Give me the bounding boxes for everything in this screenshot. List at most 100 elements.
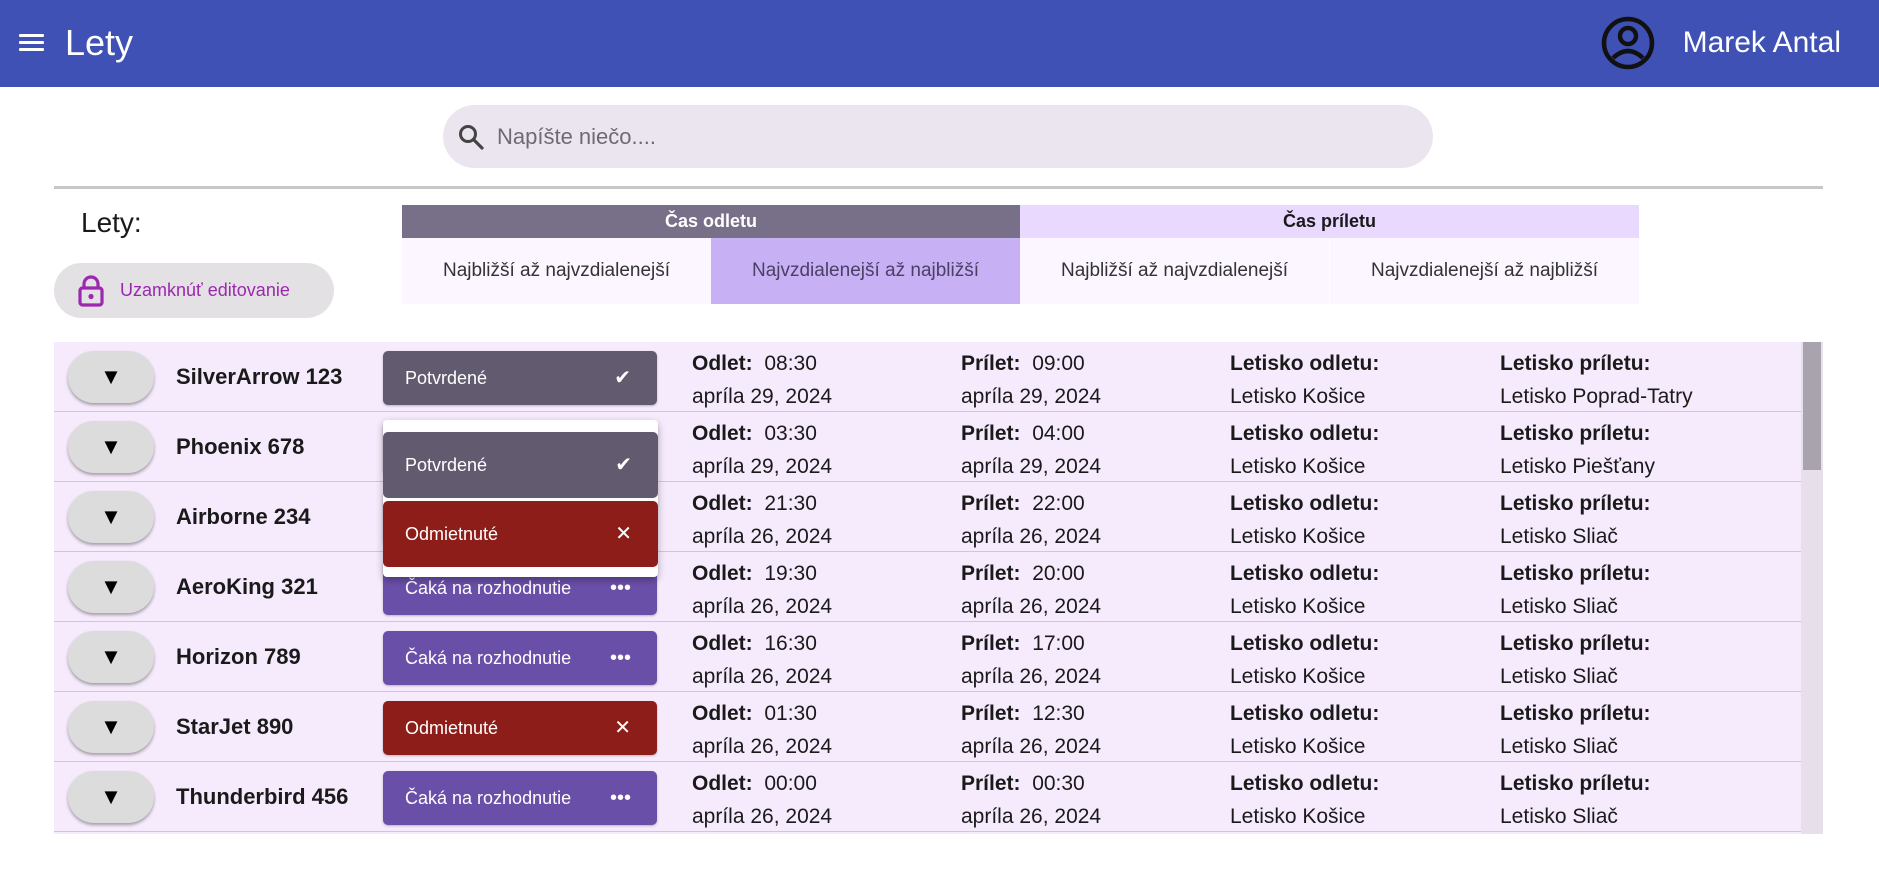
scrollbar[interactable] xyxy=(1801,342,1823,834)
status-dropdown-menu: Potvrdené ✔ Odmietnuté ✕ xyxy=(383,420,658,577)
account-circle-icon[interactable] xyxy=(1600,15,1656,71)
departure-airport-label: Letisko odletu: xyxy=(1230,562,1380,585)
expand-row-button[interactable]: ▼ xyxy=(68,351,154,403)
search-icon xyxy=(457,123,485,156)
arrival-time: 00:30 xyxy=(1032,772,1085,795)
triangle-down-icon: ▼ xyxy=(100,574,122,599)
departure-date: apríla 26, 2024 xyxy=(692,805,833,828)
arrival-date: apríla 26, 2024 xyxy=(961,525,1102,548)
departure-cell: Odlet: 19:30 apríla 26, 2024 xyxy=(692,557,832,623)
departure-airport-label: Letisko odletu: xyxy=(1230,422,1380,445)
status-select[interactable]: Odmietnuté ✕ xyxy=(383,701,657,755)
departure-time: 16:30 xyxy=(764,632,817,655)
arrival-label: Prílet: xyxy=(961,632,1021,655)
expand-row-button[interactable]: ▼ xyxy=(68,771,154,823)
arrival-time: 20:00 xyxy=(1032,562,1085,585)
flight-name: SilverArrow 123 xyxy=(176,364,343,389)
arrival-airport-label: Letisko príletu: xyxy=(1500,352,1651,375)
departure-airport: Letisko Košice xyxy=(1230,385,1366,408)
departure-date: apríla 26, 2024 xyxy=(692,665,833,688)
status-option-confirmed[interactable]: Potvrdené ✔ xyxy=(383,432,658,498)
arrival-airport-cell: Letisko príletu: Letisko Sliač xyxy=(1500,487,1651,553)
arrival-airport-label: Letisko príletu: xyxy=(1500,492,1651,515)
sort-departure-nearest[interactable]: Najbližší až najvzdialenejší xyxy=(402,238,711,304)
lock-icon xyxy=(78,275,104,312)
departure-airport-cell: Letisko odletu: Letisko Košice xyxy=(1230,417,1379,483)
arrival-cell: Prílet: 00:30 apríla 26, 2024 xyxy=(961,767,1101,833)
departure-cell: Odlet: 03:30 apríla 29, 2024 xyxy=(692,417,832,483)
departure-cell: Odlet: 21:30 apríla 26, 2024 xyxy=(692,487,832,553)
sort-arrival-nearest[interactable]: Najbližší až najvzdialenejší xyxy=(1020,238,1329,304)
departure-airport-cell: Letisko odletu: Letisko Košice xyxy=(1230,767,1379,833)
arrival-cell: Prílet: 20:00 apríla 26, 2024 xyxy=(961,557,1101,623)
app-title: Lety xyxy=(65,22,134,63)
divider xyxy=(54,186,1823,189)
departure-airport-label: Letisko odletu: xyxy=(1230,702,1380,725)
arrival-cell: Prílet: 22:00 apríla 26, 2024 xyxy=(961,487,1101,553)
expand-row-button[interactable]: ▼ xyxy=(68,561,154,613)
expand-row-button[interactable]: ▼ xyxy=(68,491,154,543)
close-icon: ✕ xyxy=(614,717,631,739)
triangle-down-icon: ▼ xyxy=(100,784,122,809)
arrival-airport: Letisko Sliač xyxy=(1500,665,1618,688)
departure-cell: Odlet: 01:30 apríla 26, 2024 xyxy=(692,697,832,763)
flight-name: AeroKing 321 xyxy=(176,574,318,599)
departure-airport-cell: Letisko odletu: Letisko Košice xyxy=(1230,347,1379,413)
arrival-time-header: Čas príletu xyxy=(1020,205,1639,238)
arrival-airport-cell: Letisko príletu: Letisko Piešťany xyxy=(1500,417,1655,483)
departure-time: 00:00 xyxy=(764,772,817,795)
arrival-time: 17:00 xyxy=(1032,632,1085,655)
status-option-label: Odmietnuté xyxy=(405,524,499,544)
departure-airport: Letisko Košice xyxy=(1230,805,1366,828)
check-icon: ✔ xyxy=(615,454,632,476)
search-bar xyxy=(443,105,1433,168)
arrival-date: apríla 26, 2024 xyxy=(961,805,1102,828)
arrival-airport: Letisko Sliač xyxy=(1500,525,1618,548)
departure-airport: Letisko Košice xyxy=(1230,735,1366,758)
arrival-airport-cell: Letisko príletu: Letisko Poprad-Tatry xyxy=(1500,347,1693,413)
arrival-date: apríla 29, 2024 xyxy=(961,455,1102,478)
arrival-time: 12:30 xyxy=(1032,702,1085,725)
arrival-cell: Prílet: 04:00 apríla 29, 2024 xyxy=(961,417,1101,483)
scrollbar-thumb[interactable] xyxy=(1803,342,1821,470)
search-input[interactable] xyxy=(497,105,1397,168)
arrival-cell: Prílet: 12:30 apríla 26, 2024 xyxy=(961,697,1101,763)
status-option-rejected[interactable]: Odmietnuté ✕ xyxy=(383,501,658,567)
menu-icon[interactable] xyxy=(16,28,48,58)
arrival-date: apríla 29, 2024 xyxy=(961,385,1102,408)
departure-airport: Letisko Košice xyxy=(1230,525,1366,548)
status-label: Potvrdené xyxy=(405,368,488,388)
arrival-airport-cell: Letisko príletu: Letisko Sliač xyxy=(1500,767,1651,833)
arrival-label: Prílet: xyxy=(961,772,1021,795)
departure-airport-cell: Letisko odletu: Letisko Košice xyxy=(1230,487,1379,553)
departure-time: 21:30 xyxy=(764,492,817,515)
triangle-down-icon: ▼ xyxy=(100,714,122,739)
departure-airport-label: Letisko odletu: xyxy=(1230,772,1380,795)
departure-date: apríla 26, 2024 xyxy=(692,525,833,548)
flight-row: ▼ Horizon 789 Čaká na rozhodnutie ••• Odlet:… xyxy=(54,622,1801,692)
flight-name: Horizon 789 xyxy=(176,644,301,669)
sort-arrival-farthest[interactable]: Najvzdialenejší až najbližší xyxy=(1330,238,1639,304)
status-select[interactable]: Potvrdené ✔ xyxy=(383,351,657,405)
lock-editing-button[interactable]: Uzamknúť editovanie xyxy=(54,263,334,318)
status-label: Čaká na rozhodnutie xyxy=(405,648,572,668)
status-select[interactable]: Čaká na rozhodnutie ••• xyxy=(383,631,657,685)
arrival-cell: Prílet: 09:00 apríla 29, 2024 xyxy=(961,347,1101,413)
arrival-airport-label: Letisko príletu: xyxy=(1500,562,1651,585)
arrival-airport-label: Letisko príletu: xyxy=(1500,772,1651,795)
expand-row-button[interactable]: ▼ xyxy=(68,701,154,753)
expand-row-button[interactable]: ▼ xyxy=(68,421,154,473)
arrival-date: apríla 26, 2024 xyxy=(961,595,1102,618)
departure-cell: Odlet: 16:30 apríla 26, 2024 xyxy=(692,627,832,693)
departure-label: Odlet: xyxy=(692,422,753,445)
departure-label: Odlet: xyxy=(692,702,753,725)
arrival-airport: Letisko Sliač xyxy=(1500,805,1618,828)
departure-label: Odlet: xyxy=(692,562,753,585)
expand-row-button[interactable]: ▼ xyxy=(68,631,154,683)
sort-departure-farthest[interactable]: Najvzdialenejší až najbližší xyxy=(711,238,1020,304)
app-bar: Lety Marek Antal xyxy=(0,0,1879,87)
flight-name: StarJet 890 xyxy=(176,714,294,739)
departure-time-header: Čas odletu xyxy=(402,205,1020,238)
departure-cell: Odlet: 00:00 apríla 26, 2024 xyxy=(692,767,832,833)
status-select[interactable]: Čaká na rozhodnutie ••• xyxy=(383,771,657,825)
